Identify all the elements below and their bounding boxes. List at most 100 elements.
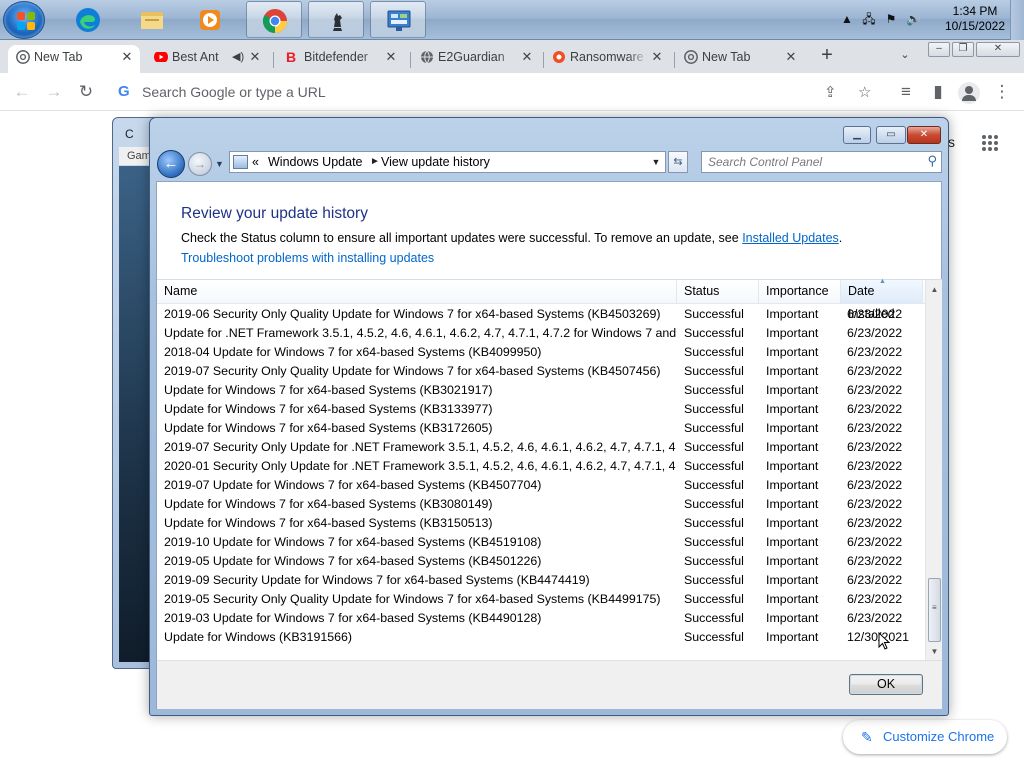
omnibox[interactable]: G Search Google or type a URL ⇪ ☆ xyxy=(110,78,890,106)
new-tab-plus-icon[interactable]: + xyxy=(816,44,838,66)
table-row[interactable]: 2018-04 Update for Windows 7 for x64-bas… xyxy=(157,343,925,362)
table-row[interactable]: Update for Windows 7 for x64-based Syste… xyxy=(157,381,925,400)
bookmark-star-icon[interactable]: ☆ xyxy=(858,83,871,101)
side-panel-icon[interactable]: ▮ xyxy=(928,82,948,102)
address-bar[interactable]: « Windows Update ► View update history ▼ xyxy=(229,151,666,173)
network-icon[interactable]: 🖧 xyxy=(862,12,876,26)
search-icon[interactable]: ⚲ xyxy=(927,153,937,169)
table-row[interactable]: 2019-07 Security Only Update for .NET Fr… xyxy=(157,438,925,457)
table-row[interactable]: 2020-01 Security Only Update for .NET Fr… xyxy=(157,457,925,476)
back-arrow-icon[interactable]: ← xyxy=(12,82,32,102)
troubleshoot-link[interactable]: Troubleshoot problems with installing up… xyxy=(181,251,434,265)
breadcrumb-windows-update[interactable]: Windows Update xyxy=(268,152,363,172)
column-header-importance[interactable]: Importance xyxy=(759,280,841,303)
taskbar-edge[interactable] xyxy=(60,1,116,38)
show-hidden-icons-icon[interactable]: ▲ xyxy=(840,12,854,26)
tab-new-tab-active[interactable]: New Tab ✕ xyxy=(8,45,140,73)
control-panel-icon xyxy=(387,10,411,31)
table-row[interactable]: 2019-09 Security Update for Windows 7 fo… xyxy=(157,571,925,590)
tab-new-tab[interactable]: New Tab ✕ xyxy=(676,45,804,73)
close-button[interactable]: ✕ xyxy=(907,126,941,144)
scrollbar-thumb[interactable]: ≡ xyxy=(928,578,941,642)
breadcrumb-view-update-history[interactable]: View update history xyxy=(381,152,490,172)
close-icon[interactable]: ✕ xyxy=(520,45,534,69)
taskbar-chess[interactable] xyxy=(308,1,364,38)
scroll-down-arrow-icon[interactable]: ▼ xyxy=(926,643,943,660)
table-row[interactable]: Update for .NET Framework 3.5.1, 4.5.2, … xyxy=(157,324,925,343)
more-menu-icon[interactable]: ⋮ xyxy=(992,82,1012,102)
taskbar-explorer[interactable] xyxy=(124,1,180,38)
tab-fade xyxy=(362,45,382,69)
restore-button[interactable]: ❐ xyxy=(952,42,974,57)
vertical-scrollbar[interactable]: ▲ ≡ ▼ xyxy=(925,280,942,660)
sort-indicator-icon: ▲ xyxy=(879,278,886,285)
scroll-up-arrow-icon[interactable]: ▲ xyxy=(926,281,943,298)
volume-icon[interactable]: 🔊 xyxy=(906,12,921,26)
table-row[interactable]: 2019-05 Update for Windows 7 for x64-bas… xyxy=(157,552,925,571)
installed-updates-link[interactable]: Installed Updates xyxy=(742,231,839,245)
table-row[interactable]: 2019-06 Security Only Quality Update for… xyxy=(157,305,925,324)
table-row[interactable]: Update for Windows 7 for x64-based Syste… xyxy=(157,495,925,514)
close-icon[interactable]: ✕ xyxy=(248,45,262,69)
tab-ransomware[interactable]: Ransomware ✕ xyxy=(544,45,670,73)
search-control-panel-input[interactable]: Search Control Panel ⚲ xyxy=(701,151,942,173)
breadcrumb-separator-icon[interactable]: ► xyxy=(370,152,380,172)
google-apps-grid-icon[interactable] xyxy=(982,135,999,152)
start-button[interactable] xyxy=(3,1,45,39)
table-row[interactable]: 2019-05 Security Only Quality Update for… xyxy=(157,590,925,609)
update-status-cell: Successful xyxy=(684,364,744,378)
table-row[interactable]: 2019-03 Update for Windows 7 for x64-bas… xyxy=(157,609,925,628)
profile-avatar-icon[interactable] xyxy=(958,82,980,104)
youtube-icon xyxy=(154,52,168,62)
tab-best-ant[interactable]: Best Ant ◀) ✕ xyxy=(146,45,268,73)
speaker-icon[interactable]: ◀) xyxy=(232,45,244,69)
update-name-cell: Update for Windows 7 for x64-based Syste… xyxy=(164,383,493,397)
update-date-cell: 6/23/2022 xyxy=(847,402,903,416)
table-row[interactable]: 2019-07 Security Only Quality Update for… xyxy=(157,362,925,381)
forward-arrow-icon[interactable]: → xyxy=(44,82,64,102)
reload-icon[interactable]: ↻ xyxy=(76,82,96,102)
tab-bitdefender[interactable]: B Bitdefender ✕ xyxy=(278,45,404,73)
table-row[interactable]: 2019-10 Update for Windows 7 for x64-bas… xyxy=(157,533,925,552)
update-status-cell: Successful xyxy=(684,440,744,454)
ok-button[interactable]: OK xyxy=(849,674,923,695)
tab-search-chevron-icon[interactable]: ⌄ xyxy=(896,48,914,61)
ntp-link-fragment[interactable]: s xyxy=(948,134,955,150)
column-header-name[interactable]: Name xyxy=(157,280,677,303)
column-header-status[interactable]: Status xyxy=(677,280,759,303)
tab-e2guardian[interactable]: E2Guardian ✕ xyxy=(412,45,540,73)
update-importance-cell: Important xyxy=(766,478,819,492)
reading-list-icon[interactable]: ≡ xyxy=(896,82,916,102)
action-center-flag-icon[interactable]: ⚑ xyxy=(884,12,898,26)
back-arrow-icon[interactable]: ← xyxy=(157,150,185,178)
system-clock[interactable]: 1:34 PM 10/15/2022 xyxy=(940,4,1010,34)
address-dropdown-icon[interactable]: ▼ xyxy=(647,152,665,172)
taskbar-media-player[interactable] xyxy=(182,1,238,38)
table-row[interactable]: Update for Windows 7 for x64-based Syste… xyxy=(157,419,925,438)
breadcrumb-overflow[interactable]: « xyxy=(252,152,259,172)
table-row[interactable]: Update for Windows (KB3191566) Successful… xyxy=(157,628,925,647)
close-icon[interactable]: ✕ xyxy=(384,45,398,69)
maximize-button[interactable]: ▭ xyxy=(876,126,906,144)
show-desktop-button[interactable] xyxy=(1010,0,1024,40)
close-icon[interactable]: ✕ xyxy=(120,45,134,69)
taskbar-chrome[interactable] xyxy=(246,1,302,38)
tab-fade xyxy=(628,45,648,69)
close-icon[interactable]: ✕ xyxy=(784,45,798,69)
close-window-button[interactable]: ✕ xyxy=(976,42,1020,57)
share-icon[interactable]: ⇪ xyxy=(824,83,837,101)
update-status-cell: Successful xyxy=(684,630,744,644)
minimize-button[interactable]: ▁ xyxy=(843,126,871,144)
minimize-button[interactable]: – xyxy=(928,42,950,57)
update-name-cell: 2019-10 Update for Windows 7 for x64-bas… xyxy=(164,535,542,549)
table-row[interactable]: Update for Windows 7 for x64-based Syste… xyxy=(157,514,925,533)
update-name-cell: 2019-05 Update for Windows 7 for x64-bas… xyxy=(164,554,542,568)
table-row[interactable]: Update for Windows 7 for x64-based Syste… xyxy=(157,400,925,419)
table-row[interactable]: 2019-07 Update for Windows 7 for x64-bas… xyxy=(157,476,925,495)
forward-arrow-icon[interactable]: → xyxy=(188,152,212,176)
taskbar-control-panel[interactable] xyxy=(370,1,426,38)
refresh-icon[interactable]: ⇆ xyxy=(668,151,688,173)
recent-pages-chevron-icon[interactable]: ▼ xyxy=(215,159,224,169)
customize-chrome-button[interactable]: ✎ Customize Chrome xyxy=(843,720,1007,754)
close-icon[interactable]: ✕ xyxy=(650,45,664,69)
